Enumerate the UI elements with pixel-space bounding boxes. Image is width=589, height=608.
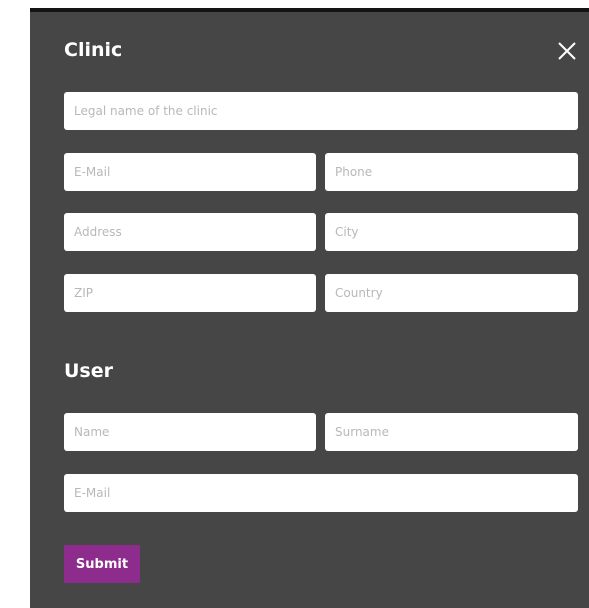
name-input[interactable] (64, 413, 316, 451)
clinic-email-input[interactable] (64, 153, 316, 191)
user-email-input[interactable] (64, 474, 578, 512)
user-section-title: User (64, 360, 113, 382)
submit-button[interactable]: Submit (64, 545, 140, 583)
legal-name-input[interactable] (64, 92, 578, 130)
close-icon (558, 42, 576, 60)
surname-input[interactable] (325, 413, 578, 451)
clinic-section-title: Clinic (64, 39, 123, 61)
address-input[interactable] (64, 213, 316, 251)
close-button[interactable] (556, 40, 578, 62)
zip-input[interactable] (64, 274, 316, 312)
country-input[interactable] (325, 274, 578, 312)
clinic-registration-modal: Clinic User Submit (30, 8, 589, 608)
city-input[interactable] (325, 213, 578, 251)
phone-input[interactable] (325, 153, 578, 191)
